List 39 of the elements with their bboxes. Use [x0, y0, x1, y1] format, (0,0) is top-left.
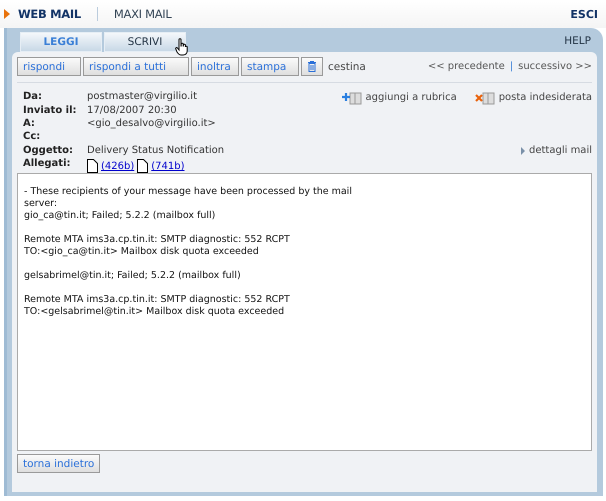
toolbar-button[interactable]: inoltra	[191, 57, 239, 76]
field-label: Da:	[23, 91, 44, 104]
trash-icon	[308, 61, 316, 72]
field-value: Delivery Status Notification	[87, 144, 226, 158]
field-label: Allegati:	[23, 158, 72, 171]
toolbar-button[interactable]: stampa	[241, 57, 299, 76]
field-label: Oggetto:	[23, 144, 74, 158]
attachment-link[interactable]: (426b)	[101, 161, 134, 173]
hand-cursor-icon	[175, 38, 188, 56]
toolbar-button[interactable]: rispondi	[17, 57, 81, 76]
nav-link[interactable]: WEB MAIL	[18, 7, 81, 21]
message-body: - These recipients of your message have been processed by the mail server: gio_ca@tin.it; Failed; 5.2.2 (mailbox full) Remote MTA ims3a.cp.tin.it: SMTP diagnostic: 552 RCPT TO:<gio_ca@tin.it> Mailbox disk quota exceeded gelsabrimel@tin.it; Failed; 5.2.2 (mailbox full) Remote MTA ims3a.cp.tin.it: SMTP diagnostic: 552 RCPT TO:<gelsabrimel@tin.it> Mailbox disk quota exceeded	[17, 173, 592, 451]
block-sender-icon	[474, 92, 495, 105]
field-value: 17/08/2007 20:30	[87, 105, 178, 118]
action-link[interactable]: aggiungi a rubrica	[342, 91, 457, 106]
logout-link[interactable]: ESCI	[570, 8, 598, 20]
previous-link[interactable]: << precedente	[428, 61, 505, 72]
action-link[interactable]: posta indesiderata	[474, 91, 592, 106]
arrow-marker-icon	[4, 9, 10, 19]
toolbar-button[interactable]: rispondi a tutti	[83, 57, 189, 76]
help-link[interactable]: HELP	[564, 35, 591, 47]
details-link[interactable]: dettagli mail	[521, 144, 592, 158]
file-icon	[87, 159, 98, 173]
trash-button[interactable]	[301, 57, 323, 76]
field-value: <gio_desalvo@virgilio.it>	[87, 118, 217, 132]
triangle-icon	[521, 147, 526, 156]
file-icon	[137, 159, 148, 173]
next-link[interactable]: successivo >>	[518, 61, 592, 72]
back-button[interactable]: torna indietro	[17, 454, 100, 473]
attachment-link[interactable]: (741b)	[151, 161, 184, 173]
tab[interactable]: SCRIVI	[104, 32, 186, 52]
add-contact-icon	[342, 92, 362, 105]
separator-text: |	[510, 61, 514, 72]
field-value: postmaster@virgilio.it	[87, 91, 198, 104]
trash-label: cestina	[328, 60, 366, 72]
field-label: Inviato il:	[23, 105, 78, 118]
field-label: A:	[23, 118, 36, 132]
field-label: Cc:	[23, 131, 42, 144]
nav-link[interactable]: MAXI MAIL	[114, 7, 172, 21]
